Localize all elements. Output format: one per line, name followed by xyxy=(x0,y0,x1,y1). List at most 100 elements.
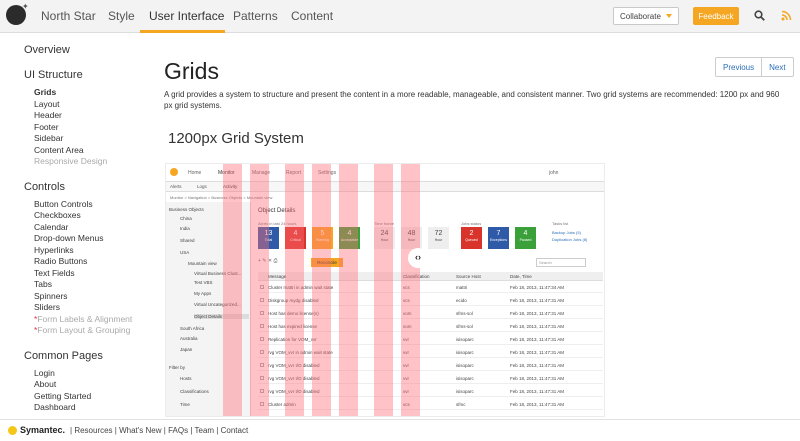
example-table-cell: vvr xyxy=(403,350,409,355)
example-task-link: Backup Jobs (5) xyxy=(552,230,581,235)
example-table-cell: isisoparc xyxy=(456,337,474,342)
example-table-cell: Replication for VOM_vvr xyxy=(268,337,317,342)
sidebar-item-drop-down-menus[interactable]: Drop-down Menus xyxy=(34,233,144,245)
footer-link-resources[interactable]: Resources xyxy=(74,426,112,435)
example-table-row: Cluster mattri in admin wait state vcs mat… xyxy=(258,282,603,293)
example-time-tile: 24 Hour xyxy=(374,227,395,249)
example-table-cell: Feb 18, 2013, 11:47:31 AM xyxy=(510,337,564,342)
sidebar-item-login[interactable]: Login xyxy=(34,368,144,380)
example-job-tile: 2 Queued xyxy=(461,227,482,249)
tile-value: 13 xyxy=(264,230,273,237)
tile-value: 4 xyxy=(293,230,298,237)
example-table-row: Host has expired license vom sfms-sol Feb 1… xyxy=(258,321,603,332)
example-table-cell: Host has demo license(s) xyxy=(268,311,319,316)
example-tab: Manage xyxy=(252,170,271,176)
sidebar-item-button-controls[interactable]: Button Controls xyxy=(34,199,144,211)
page-description: A grid provides a system to structure an… xyxy=(164,90,780,110)
tile-value: 24 xyxy=(380,230,389,237)
sidebar-item-text-fields[interactable]: Text Fields xyxy=(34,268,144,280)
expand-arrows-icon[interactable]: ‹› xyxy=(408,248,428,268)
example-row-checkbox xyxy=(260,363,264,367)
sidebar-item-getting-started[interactable]: Getting Started xyxy=(34,391,144,403)
example-table-cell: vcs xyxy=(403,285,410,290)
footer-link-team[interactable]: Team xyxy=(195,426,215,435)
sidebar-item-tabs[interactable]: Tabs xyxy=(34,279,144,291)
example-tree-item: Virtual Uncategorized... xyxy=(194,302,241,307)
example-tree-item: South Africa xyxy=(180,326,205,331)
tile-label: Hour xyxy=(434,238,443,242)
example-tasks-label: Tasks list xyxy=(552,221,569,226)
example-table-cell: vvr xyxy=(403,363,409,368)
sidebar-item-form-layout[interactable]: *Form Layout & Grouping xyxy=(34,325,144,337)
example-tree-item: Shared xyxy=(180,238,195,243)
sidebar-item-footer[interactable]: Footer xyxy=(34,122,144,134)
sidebar-item-checkboxes[interactable]: Checkboxes xyxy=(34,210,144,222)
sidebar-section-common-pages[interactable]: Common Pages xyxy=(24,350,144,362)
example-table-row: rvg VOM_vvr I/O disabled vvr isisoparc Feb … xyxy=(258,386,603,397)
example-table-cell: vcs xyxy=(403,298,410,303)
sidebar-item-about[interactable]: About xyxy=(34,379,144,391)
example-alert-tile: 4 Acceptable xyxy=(339,227,360,249)
example-subtab: Logs xyxy=(197,184,207,189)
example-table-cell: vcs xyxy=(403,402,410,407)
collaborate-dropdown[interactable]: Collaborate xyxy=(613,7,679,25)
tile-value: 48 xyxy=(407,230,416,237)
sidebar-section-overview[interactable]: Overview xyxy=(24,44,144,56)
example-alerts-label: Alerts in last 24 hours xyxy=(258,221,297,226)
example-table-row: Cluster admin vcs sfmc Feb 18, 2013, 11:47:… xyxy=(258,399,603,410)
example-breadcrumb: Monitor > Navigation > Business Objects … xyxy=(170,195,273,200)
sidebar-item-form-labels[interactable]: *Form Labels & Alignment xyxy=(34,314,144,326)
top-nav: ✦ North Star Style User Interface Patter… xyxy=(0,0,800,33)
example-subtab: Activity xyxy=(223,184,238,189)
sidebar-item-sliders[interactable]: Sliders xyxy=(34,302,144,314)
sidebar-item-grids[interactable]: Grids xyxy=(34,87,144,99)
example-time-tile: 48 Hour xyxy=(401,227,422,249)
tile-label: Paused xyxy=(519,238,532,242)
example-filter: Time xyxy=(180,402,190,407)
example-job-tile: 4 Paused xyxy=(515,227,536,249)
example-table-row: Replication for VOM_vvr vvr isisoparc Feb 1… xyxy=(258,334,603,345)
example-tree-panel: Business Objects China India Shared USA … xyxy=(166,202,251,416)
sidebar-section-controls[interactable]: Controls xyxy=(24,181,144,193)
example-table-cell: vvr xyxy=(403,337,409,342)
example-logo xyxy=(170,168,178,176)
example-tree-item: India xyxy=(180,226,190,231)
example-row-checkbox xyxy=(260,285,264,289)
next-button[interactable]: Next xyxy=(762,58,792,76)
example-tree-item: China xyxy=(180,216,192,221)
sidebar-item-label: Form Labels & Alignment xyxy=(37,313,133,324)
nav-north-star[interactable]: North Star xyxy=(41,9,96,23)
sidebar-item-content-area[interactable]: Content Area xyxy=(34,145,144,157)
nav-style[interactable]: Style xyxy=(108,9,135,23)
nav-content[interactable]: Content xyxy=(291,9,333,23)
footer-link-faqs[interactable]: FAQs xyxy=(168,426,188,435)
example-row-checkbox xyxy=(260,389,264,393)
example-table-cell: rvg VOM_vvr I/O disabled xyxy=(268,363,320,368)
search-icon[interactable] xyxy=(754,10,765,21)
sidebar-item-layout[interactable]: Layout xyxy=(34,99,144,111)
sidebar-item-spinners[interactable]: Spinners xyxy=(34,291,144,303)
example-table-cell: Feb 18, 2013, 11:47:31 AM xyxy=(510,324,564,329)
sidebar-section-ui-structure[interactable]: UI Structure xyxy=(24,69,144,81)
sidebar-item-hyperlinks[interactable]: Hyperlinks xyxy=(34,245,144,257)
sidebar-item-dashboard[interactable]: Dashboard xyxy=(34,402,144,414)
sidebar-item-sidebar[interactable]: Sidebar xyxy=(34,133,144,145)
example-tree-item: USA xyxy=(180,250,190,255)
nav-patterns[interactable]: Patterns xyxy=(233,9,278,23)
rss-icon[interactable] xyxy=(781,10,792,21)
footer-link-contact[interactable]: Contact xyxy=(221,426,249,435)
example-filter: Classifications xyxy=(180,389,209,394)
pager: Previous Next xyxy=(715,57,794,77)
tile-label: Hour xyxy=(407,238,416,242)
example-table-cell: Diskgroup mydg disabled xyxy=(268,298,319,303)
feedback-button[interactable]: Feedback xyxy=(693,7,739,25)
sidebar-item-header[interactable]: Header xyxy=(34,110,144,122)
sidebar-item-responsive-design[interactable]: Responsive Design xyxy=(34,156,144,168)
sidebar-item-radio-buttons[interactable]: Radio Buttons xyxy=(34,256,144,268)
footer-link-whats-new[interactable]: What's New xyxy=(119,426,161,435)
example-col-header: Date, Time xyxy=(510,274,532,279)
sidebar-item-calendar[interactable]: Calendar xyxy=(34,222,144,234)
previous-button[interactable]: Previous xyxy=(716,58,763,76)
nav-user-interface[interactable]: User Interface xyxy=(149,9,224,23)
collaborate-label: Collaborate xyxy=(620,12,661,21)
